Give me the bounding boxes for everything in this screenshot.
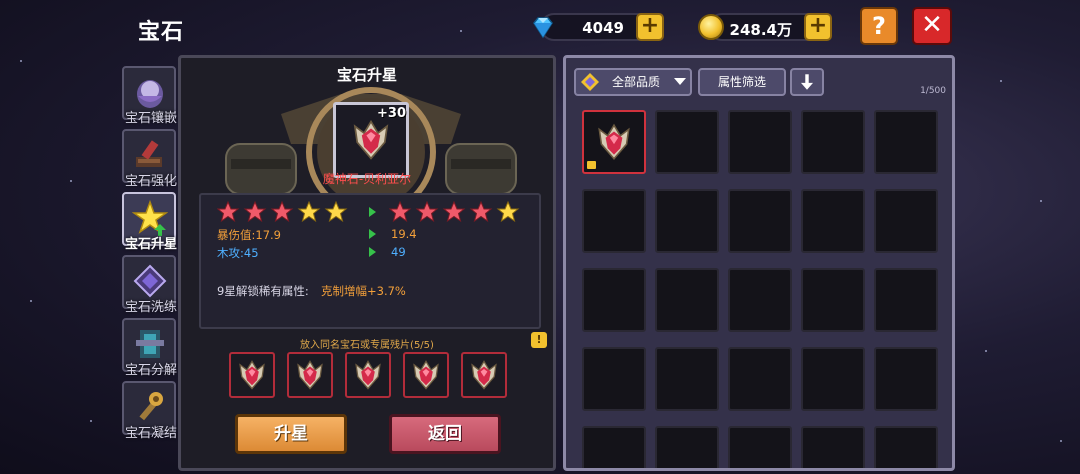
gem-slot-empty[interactable] <box>728 110 792 174</box>
material-slot[interactable] <box>461 352 507 398</box>
tab-gem-refine[interactable]: 宝石洗练 <box>122 255 177 315</box>
tab-gem-star-up[interactable]: 宝石升星 <box>122 192 177 252</box>
tab-gem-socket-label: 宝石镶嵌 <box>124 111 177 126</box>
material-slot[interactable] <box>287 352 333 398</box>
gem-slot-empty[interactable] <box>728 189 792 253</box>
gem-refine-icon <box>133 264 167 298</box>
demon-gem-icon <box>413 360 439 390</box>
tab-gem-forge-label: 宝石强化 <box>124 174 177 189</box>
current-stars <box>216 200 352 223</box>
next-stars <box>388 200 524 223</box>
arrow-right-icon <box>369 247 376 257</box>
gem-slot-empty[interactable] <box>801 426 865 468</box>
inventory-count: 1/500 <box>920 86 946 96</box>
unlock-value: 克制增幅+3.7% <box>321 284 406 298</box>
star-up-panel: 宝石升星 +30 魔神石-贝利亚尔 暴伤值:17.9 19.4 木攻:45 49… <box>178 55 556 471</box>
tab-gem-refine-label: 宝石洗练 <box>124 300 177 315</box>
page-title: 宝石 <box>138 20 185 45</box>
star-up-icon <box>132 200 168 236</box>
gem-slot-empty[interactable] <box>874 347 938 411</box>
add-gold-button[interactable]: + <box>804 13 832 41</box>
diamond-counter: 4049 + <box>533 13 664 41</box>
star-up-title: 宝石升星 <box>336 66 397 84</box>
gem-slot-empty[interactable] <box>874 426 938 468</box>
unlock-label: 9星解锁稀有属性: <box>217 284 309 298</box>
stat-wood-attack: 木攻:45 <box>217 246 259 260</box>
tab-gem-decompose-label: 宝石分解 <box>124 363 177 378</box>
stats-box: 暴伤值:17.9 19.4 木攻:45 49 9星解锁稀有属性: 克制增幅+3.… <box>199 193 541 329</box>
chevron-down-icon <box>674 78 686 85</box>
gem-level: +30 <box>377 106 406 121</box>
demon-gem-icon <box>239 360 265 390</box>
help-button[interactable]: ? <box>860 7 898 45</box>
gold-amount: 248.4万 <box>729 21 792 39</box>
gem-socket-icon <box>137 80 163 108</box>
gem-slot-empty[interactable] <box>801 189 865 253</box>
gem-inventory-panel: 全部品质 属性筛选 1/500 <box>563 55 955 471</box>
gem-slot-empty[interactable] <box>874 110 938 174</box>
gem-decompose-icon <box>136 330 164 358</box>
gem-slot-empty[interactable] <box>655 110 719 174</box>
material-slot[interactable] <box>345 352 391 398</box>
gold-coin-icon <box>698 14 724 40</box>
gem-forge-icon <box>136 140 162 167</box>
gem-slot-empty[interactable] <box>655 426 719 468</box>
demon-gem-icon <box>471 360 497 390</box>
material-slot[interactable] <box>403 352 449 398</box>
gem-slot-empty[interactable] <box>801 347 865 411</box>
gem-slot-empty[interactable] <box>874 268 938 332</box>
gem-slot-empty[interactable] <box>582 426 646 468</box>
quality-filter-dropdown[interactable]: 全部品质 <box>574 68 692 96</box>
gem-slot-empty[interactable] <box>582 268 646 332</box>
arrow-down-icon <box>801 74 813 90</box>
gem-slot-empty[interactable] <box>801 110 865 174</box>
gem-condense-icon <box>139 392 163 421</box>
tab-gem-forge[interactable]: 宝石强化 <box>122 129 177 189</box>
demon-gem-icon <box>355 360 381 390</box>
quality-filter-label: 全部品质 <box>612 75 661 89</box>
arrow-right-icon <box>369 207 376 217</box>
sort-button[interactable] <box>790 68 824 96</box>
material-hint: 放入同名宝石或专属残片(5/5) <box>300 340 434 351</box>
demon-gem-icon <box>297 360 323 390</box>
current-star-row <box>216 200 348 223</box>
attribute-filter-button[interactable]: 属性筛选 <box>698 68 786 96</box>
gem-slot-empty[interactable] <box>728 347 792 411</box>
diamond-icon <box>533 17 553 39</box>
gem-slot-empty[interactable] <box>582 347 646 411</box>
rainbow-gem-icon <box>581 73 599 91</box>
gem-slot-empty[interactable] <box>655 347 719 411</box>
star-up-button[interactable]: 升星 <box>235 414 347 454</box>
gem-slot-empty[interactable] <box>801 268 865 332</box>
stat-wood-attack-next: 49 <box>391 245 406 259</box>
back-button[interactable]: 返回 <box>389 414 501 454</box>
gem-slot-empty[interactable] <box>728 268 792 332</box>
gem-slot-empty[interactable] <box>874 189 938 253</box>
info-icon[interactable]: ! <box>531 332 547 348</box>
add-diamond-button[interactable]: + <box>636 13 664 41</box>
demon-gem-icon <box>353 119 389 160</box>
gem-slot-empty[interactable] <box>655 189 719 253</box>
tab-gem-socket[interactable]: 宝石镶嵌 <box>122 66 177 126</box>
gold-counter: 248.4万 + <box>698 13 832 41</box>
arrow-right-icon <box>369 229 376 239</box>
stat-crit-damage-next: 19.4 <box>391 227 417 241</box>
lock-icon <box>587 161 596 169</box>
diamond-amount: 4049 <box>582 19 624 37</box>
gem-slot-empty[interactable] <box>655 268 719 332</box>
gem-slot-empty[interactable] <box>728 426 792 468</box>
stat-crit-damage: 暴伤值:17.9 <box>217 228 281 242</box>
gem-slot-filled[interactable] <box>582 110 646 174</box>
gem-name: 魔神石-贝利亚尔 <box>322 172 412 186</box>
tab-gem-star-up-label: 宝石升星 <box>124 237 177 252</box>
gem-slot-empty[interactable] <box>582 189 646 253</box>
tab-gem-condense[interactable]: 宝石凝结 <box>122 381 177 441</box>
next-star-row <box>388 200 520 223</box>
material-slot[interactable] <box>229 352 275 398</box>
tab-gem-decompose[interactable]: 宝石分解 <box>122 318 177 378</box>
tab-gem-condense-label: 宝石凝结 <box>124 426 177 441</box>
close-button[interactable]: ✕ <box>912 7 952 45</box>
demon-gem-icon <box>598 123 630 161</box>
